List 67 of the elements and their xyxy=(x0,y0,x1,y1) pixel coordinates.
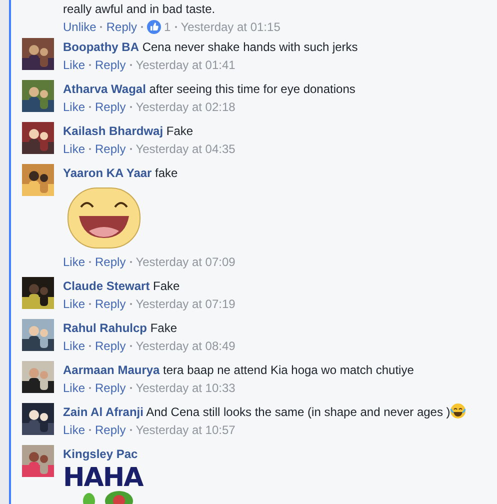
like-link[interactable]: Like xyxy=(63,379,86,397)
reply-link[interactable]: Reply xyxy=(95,253,126,271)
reply-link[interactable]: Reply xyxy=(95,337,126,355)
reply-link[interactable]: Reply xyxy=(95,421,126,439)
separator-dot xyxy=(89,429,92,431)
comment-time: Yesterday at 01:41 xyxy=(136,57,236,74)
separator-dot xyxy=(141,26,144,28)
unlike-link[interactable]: Unlike xyxy=(63,18,96,36)
comment-time: Yesterday at 10:57 xyxy=(136,422,236,439)
comment-text: Claude Stewart Fake xyxy=(63,278,181,295)
separator-dot xyxy=(130,261,132,263)
separator-dot xyxy=(89,387,92,389)
author-link[interactable]: Aarmaan Maurya xyxy=(63,363,160,377)
comment-time: Yesterday at 01:15 xyxy=(180,19,280,36)
author-link[interactable]: Kingsley Pac xyxy=(63,445,143,463)
comment-text: Zain Al Afranji And Cena still looks the same (in shape and never ages ) xyxy=(63,403,466,421)
separator-dot xyxy=(89,303,92,305)
like-link[interactable]: Like xyxy=(63,421,86,439)
comment-time: Yesterday at 07:19 xyxy=(136,296,236,313)
separator-dot xyxy=(89,106,92,108)
like-icon xyxy=(147,20,162,34)
reply-link[interactable]: Reply xyxy=(106,18,138,36)
separator-dot xyxy=(130,106,132,108)
like-link[interactable]: Like xyxy=(63,56,86,74)
comment-text: Yaaron KA Yaar fake xyxy=(63,165,179,182)
reply-link[interactable]: Reply xyxy=(95,379,126,397)
comment-text: Aarmaan Maurya tera baap ne attend Kia hoga wo match chutiye xyxy=(63,362,414,379)
comment-time: Yesterday at 10:33 xyxy=(136,380,236,397)
separator-dot xyxy=(89,148,92,150)
reply-link[interactable]: Reply xyxy=(95,295,126,313)
like-link[interactable]: Like xyxy=(63,337,86,355)
separator-dot xyxy=(130,345,132,347)
separator-dot xyxy=(130,429,132,431)
comment-text: Rahul Rahulcp Fake xyxy=(63,320,178,337)
comment-time: Yesterday at 04:35 xyxy=(136,141,236,158)
author-link[interactable]: Kailash Bhardwaj xyxy=(63,124,164,138)
comment-text: Boopathy BA Cena never shake hands with such jerks xyxy=(63,39,358,56)
separator-dot xyxy=(89,261,92,263)
author-link[interactable]: Boopathy BA xyxy=(63,40,139,54)
separator-dot xyxy=(130,303,132,305)
sticker-text: HAHA xyxy=(63,463,143,493)
separator-dot xyxy=(130,387,132,389)
reply-link[interactable]: Reply xyxy=(95,140,126,158)
separator-dot xyxy=(130,64,132,66)
like-link[interactable]: Like xyxy=(63,295,86,313)
reply-link[interactable]: Reply xyxy=(95,56,126,74)
author-link[interactable]: Yaaron KA Yaar xyxy=(63,166,152,180)
separator-dot xyxy=(130,148,132,150)
separator-dot xyxy=(89,345,92,347)
separator-dot xyxy=(100,26,102,28)
comment-time: Yesterday at 02:18 xyxy=(136,99,236,116)
like-count: 1 xyxy=(164,19,171,36)
comment-time: Yesterday at 07:09 xyxy=(136,254,236,271)
comment-text: Kailash Bhardwaj Fake xyxy=(63,123,194,140)
like-link[interactable]: Like xyxy=(63,140,86,158)
comment-time: Yesterday at 08:49 xyxy=(136,338,236,355)
author-link[interactable]: Zain Al Afranji xyxy=(63,405,144,419)
reply-link[interactable]: Reply xyxy=(95,98,126,116)
comment-text: Atharva Wagal after seeing this time for eye donations xyxy=(63,81,356,98)
like-link[interactable]: Like xyxy=(63,253,86,271)
separator-dot xyxy=(174,26,177,28)
author-link[interactable]: Atharva Wagal xyxy=(63,82,146,96)
author-link[interactable]: Rahul Rahulcp xyxy=(63,321,148,335)
separator-dot xyxy=(89,64,92,66)
comment-text: really awful and in bad taste. xyxy=(63,1,216,18)
author-link[interactable]: Claude Stewart xyxy=(63,279,150,293)
like-link[interactable]: Like xyxy=(63,98,86,116)
